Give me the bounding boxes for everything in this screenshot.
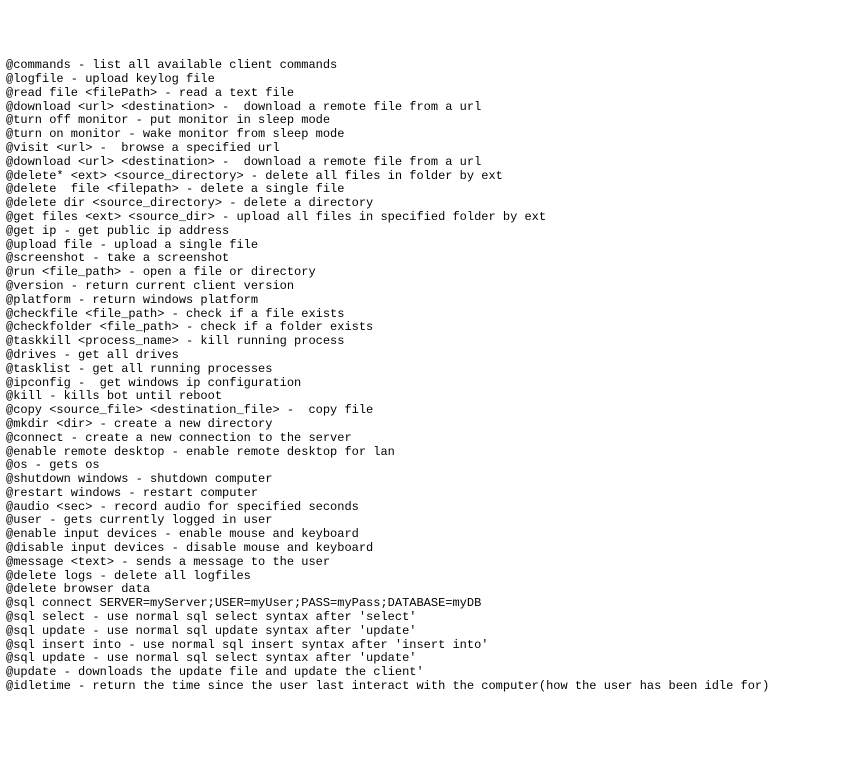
command-line: @message <text> - sends a message to the… <box>6 556 845 570</box>
command-line: @download <url> <destination> - download… <box>6 101 845 115</box>
command-line: @turn on monitor - wake monitor from sle… <box>6 128 845 142</box>
command-line: @taskkill <process_name> - kill running … <box>6 335 845 349</box>
command-line: @enable remote desktop - enable remote d… <box>6 446 845 460</box>
command-line: @version - return current client version <box>6 280 845 294</box>
command-line: @update - downloads the update file and … <box>6 666 845 680</box>
command-line: @enable input devices - enable mouse and… <box>6 528 845 542</box>
command-line: @os - gets os <box>6 459 845 473</box>
command-line: @connect - create a new connection to th… <box>6 432 845 446</box>
command-line: @download <url> <destination> - download… <box>6 156 845 170</box>
command-line: @shutdown windows - shutdown computer <box>6 473 845 487</box>
command-line: @checkfile <file_path> - check if a file… <box>6 308 845 322</box>
command-line: @sql insert into - use normal sql insert… <box>6 639 845 653</box>
command-line: @run <file_path> - open a file or direct… <box>6 266 845 280</box>
command-line: @tasklist - get all running processes <box>6 363 845 377</box>
command-line: @sql select - use normal sql select synt… <box>6 611 845 625</box>
command-line: @drives - get all drives <box>6 349 845 363</box>
command-line: @mkdir <dir> - create a new directory <box>6 418 845 432</box>
command-line: @kill - kills bot until reboot <box>6 390 845 404</box>
command-line: @commands - list all available client co… <box>6 59 845 73</box>
command-line: @visit <url> - browse a specified url <box>6 142 845 156</box>
command-line: @copy <source_file> <destination_file> -… <box>6 404 845 418</box>
command-line: @sql update - use normal sql select synt… <box>6 652 845 666</box>
command-line: @platform - return windows platform <box>6 294 845 308</box>
command-line: @get ip - get public ip address <box>6 225 845 239</box>
command-line: @delete* <ext> <source_directory> - dele… <box>6 170 845 184</box>
command-line: @get files <ext> <source_dir> - upload a… <box>6 211 845 225</box>
command-line: @idletime - return the time since the us… <box>6 680 845 694</box>
command-line: @delete dir <source_directory> - delete … <box>6 197 845 211</box>
command-line: @delete logs - delete all logfiles <box>6 570 845 584</box>
command-line: @screenshot - take a screenshot <box>6 252 845 266</box>
command-line: @disable input devices - disable mouse a… <box>6 542 845 556</box>
command-line: @user - gets currently logged in user <box>6 514 845 528</box>
command-line: @audio <sec> - record audio for specifie… <box>6 501 845 515</box>
command-line: @sql connect SERVER=myServer;USER=myUser… <box>6 597 845 611</box>
command-line: @delete browser data <box>6 583 845 597</box>
terminal-output: @commands - list all available client co… <box>6 59 845 694</box>
command-line: @checkfolder <file_path> - check if a fo… <box>6 321 845 335</box>
command-line: @read file <filePath> - read a text file <box>6 87 845 101</box>
command-line: @upload file - upload a single file <box>6 239 845 253</box>
command-line: @sql update - use normal sql update synt… <box>6 625 845 639</box>
command-line: @logfile - upload keylog file <box>6 73 845 87</box>
command-line: @turn off monitor - put monitor in sleep… <box>6 114 845 128</box>
command-line: @delete file <filepath> - delete a singl… <box>6 183 845 197</box>
command-line: @ipconfig - get windows ip configuration <box>6 377 845 391</box>
command-line: @restart windows - restart computer <box>6 487 845 501</box>
